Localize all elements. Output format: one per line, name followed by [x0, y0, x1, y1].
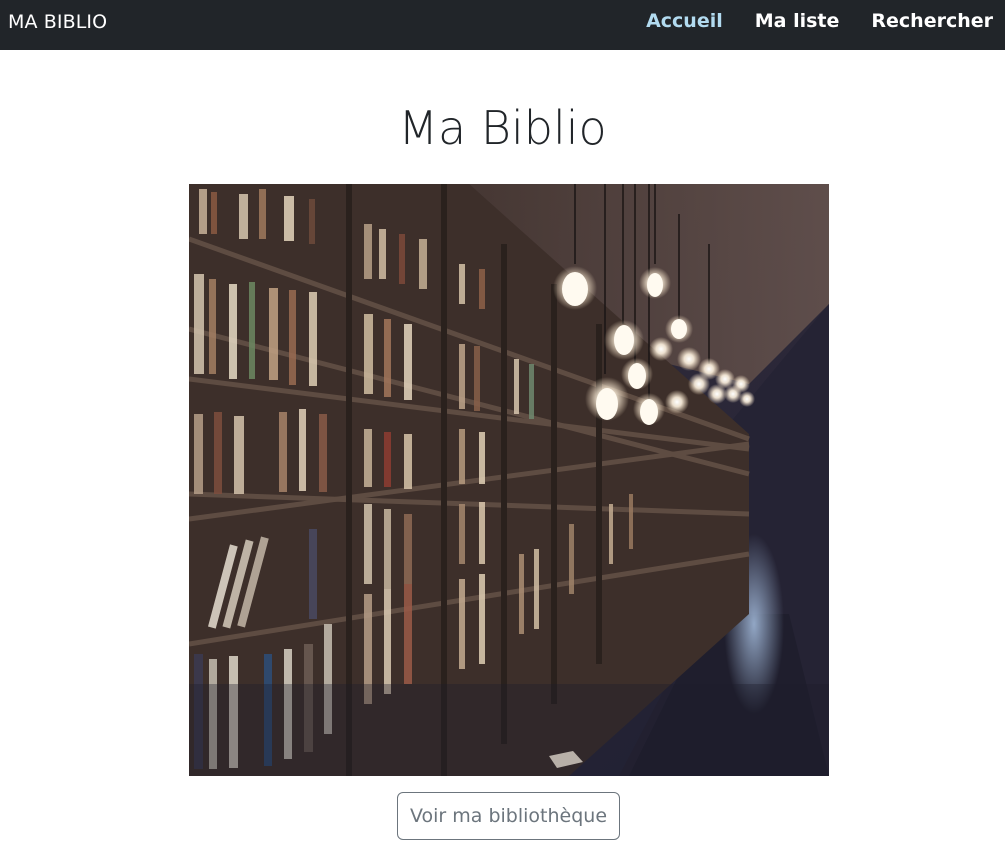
top-navbar: MA BIBLIO Accueil Ma liste Rechercher: [0, 0, 1005, 50]
brand-link[interactable]: MA BIBLIO: [8, 11, 107, 33]
hero-image: [189, 184, 829, 776]
view-library-button[interactable]: Voir ma bibliothèque: [397, 792, 620, 840]
page-title: Ma Biblio: [398, 101, 607, 155]
nav-link-rechercher[interactable]: Rechercher: [871, 10, 993, 32]
nav-link-ma-liste[interactable]: Ma liste: [755, 10, 840, 32]
nav-link-accueil[interactable]: Accueil: [646, 10, 723, 32]
nav-links: Accueil Ma liste Rechercher: [646, 10, 993, 32]
